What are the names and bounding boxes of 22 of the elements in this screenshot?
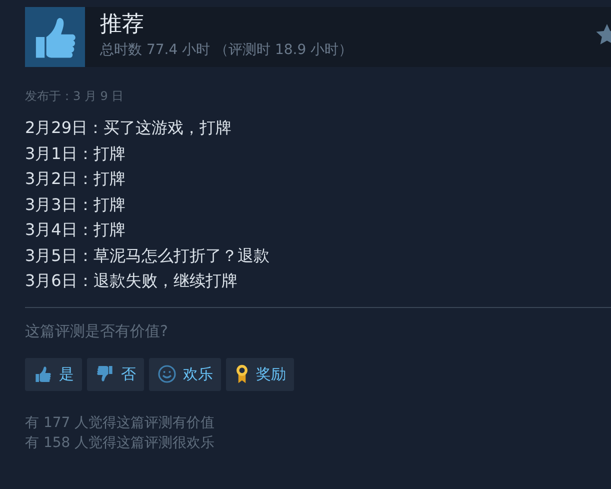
review-line: 3月5日：草泥马怎么打折了？退款 <box>25 244 270 266</box>
thumbs-up-icon <box>25 7 85 67</box>
vote-count-text: 有 177 人觉得这篇评测有价值 <box>25 414 216 432</box>
award-icon <box>234 364 250 384</box>
thumbs-up-icon <box>33 364 53 384</box>
review-line: 3月3日：打牌 <box>25 194 126 216</box>
thumbs-down-icon <box>95 364 115 384</box>
playtime-text: 总时数 77.4 小时 （评测时 18.9 小时） <box>100 41 353 59</box>
vote-button[interactable]: 欢乐 <box>149 358 221 390</box>
posted-date: 发布于：3 月 9 日 <box>25 88 125 105</box>
smiley-icon <box>157 364 177 384</box>
review-line: 2月29日：买了这游戏，打牌 <box>25 117 233 139</box>
vote-button[interactable]: 奖励 <box>226 358 294 390</box>
vote-button[interactable]: 否 <box>87 358 144 390</box>
review-verdict: 推荐 <box>100 11 145 39</box>
review-line: 3月2日：打牌 <box>25 168 126 190</box>
review-line: 3月1日：打牌 <box>25 142 126 164</box>
helpful-question: 这篇评测是否有价值? <box>25 322 169 340</box>
review-line: 3月4日：打牌 <box>25 219 126 241</box>
review-line: 3月6日：退款失败，继续打牌 <box>25 270 238 292</box>
vote-count-text: 有 158 人觉得这篇评测很欢乐 <box>25 434 216 452</box>
vote-button[interactable]: 是 <box>25 358 82 390</box>
